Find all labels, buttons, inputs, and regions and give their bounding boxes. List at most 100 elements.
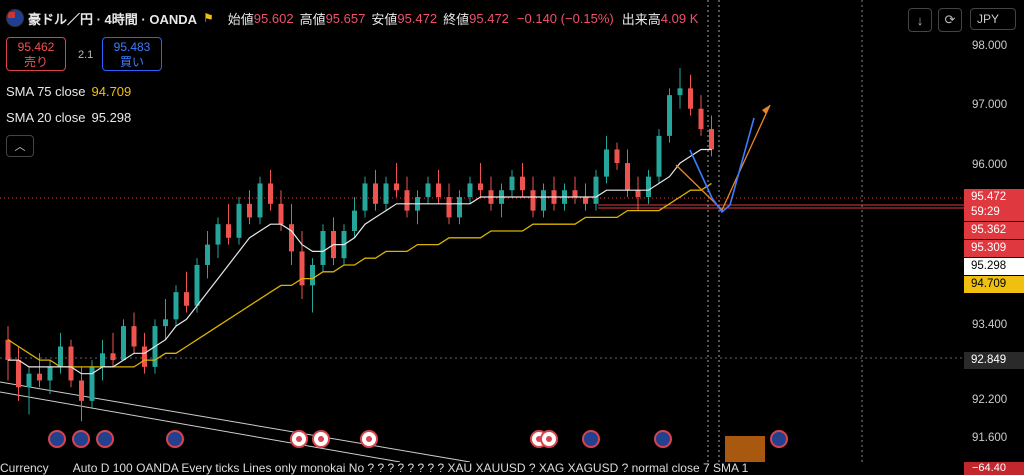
jpy-event-icon[interactable] (312, 430, 330, 448)
y-tick: 93.400 (972, 319, 1008, 331)
candle-body (110, 353, 116, 361)
close-label: 終値 (443, 11, 470, 27)
trend-line-lower-2[interactable] (0, 391, 401, 462)
candle-body (425, 183, 431, 198)
volume-label: 出来高 (621, 11, 661, 27)
low-label: 安値 (371, 11, 398, 27)
candle-body (373, 183, 378, 204)
candle-body (131, 326, 137, 347)
collapse-legend-button[interactable]: ︿ (6, 135, 34, 157)
candle-body (656, 135, 662, 177)
currency-select[interactable]: JPY (970, 8, 1016, 30)
bottom-currency-label: Currency (0, 462, 49, 475)
projection-arrowhead (762, 105, 770, 114)
y-tick: 91.600 (972, 432, 1008, 444)
candle-body (257, 183, 263, 218)
sma75-legend[interactable]: SMA 75 close 94.709 (6, 84, 131, 99)
download-button[interactable]: ↓ (908, 8, 932, 32)
candle-body (121, 326, 126, 361)
chevron-up-icon: ︿ (14, 141, 26, 153)
aud-event-icon[interactable] (96, 430, 114, 448)
sma20-legend[interactable]: SMA 20 close 95.298 (6, 110, 131, 125)
candle-body (142, 346, 147, 367)
candle-body (677, 88, 683, 96)
y-tick: 97.000 (972, 99, 1008, 111)
candle-body (5, 339, 11, 361)
y-tick: 98.000 (972, 40, 1008, 52)
aud-flag-icon (6, 9, 24, 27)
close-value: 95.472 (469, 10, 509, 26)
flag-marker-icon[interactable]: ⚑ (203, 11, 214, 25)
candle-body (688, 88, 693, 109)
bottom-indicator-text: Auto D 100 OANDA Every ticks Lines only … (72, 462, 749, 475)
aud-event-icon[interactable] (48, 430, 66, 448)
sell-label: 売り (23, 55, 48, 69)
buy-button[interactable]: 95.483 買い (102, 37, 162, 71)
candle-body (310, 264, 315, 286)
reset-icon: ⟳ (944, 12, 956, 27)
symbol-title[interactable]: 豪ドル／円 · 4時間 · OANDA (28, 9, 197, 28)
candle-body (667, 95, 672, 136)
projection-orange[interactable] (675, 104, 771, 212)
trend-line-lower-1[interactable] (0, 381, 471, 462)
price-tag-sma75: 94.709 (964, 276, 1024, 293)
candle-body (194, 264, 200, 306)
buy-price: 95.483 (113, 40, 151, 54)
volume-value: 4.09 K (660, 10, 699, 26)
aud-event-icon[interactable] (582, 430, 600, 448)
candle-body (446, 197, 452, 218)
aud-event-icon[interactable] (166, 430, 184, 448)
candle-body (289, 224, 294, 252)
candle-body (541, 190, 546, 211)
sma75-name: SMA 75 close (6, 84, 86, 99)
sma75-value: 94.709 (91, 84, 132, 99)
price-tag-level-2: 95.309 (964, 240, 1024, 257)
aud-event-icon[interactable] (654, 430, 672, 448)
open-label: 始値 (227, 11, 254, 27)
buy-label: 買い (119, 55, 144, 69)
aud-event-icon[interactable] (72, 430, 90, 448)
open-value: 95.602 (253, 10, 294, 26)
candle-body (530, 190, 536, 211)
jpy-event-icon[interactable] (360, 430, 378, 448)
price-tag-line: 92.849 (964, 352, 1024, 369)
candle-body (226, 224, 231, 238)
bottom-indicator-bar[interactable]: Currency Auto D 100 OANDA Every ticks Lin… (0, 462, 960, 475)
jpy-event-icon[interactable] (540, 430, 558, 448)
candle-body (184, 292, 189, 306)
candle-body (383, 183, 389, 204)
sma20-value: 95.298 (91, 110, 132, 125)
candle-body (173, 292, 179, 320)
candle-body (79, 380, 84, 401)
candle-body (625, 163, 630, 191)
spread-value: 2.1 (78, 49, 94, 61)
candle-body (16, 360, 21, 388)
candle-body (467, 183, 473, 198)
candle-body (163, 319, 168, 327)
low-value: 95.472 (397, 10, 438, 26)
aud-event-icon[interactable] (770, 430, 788, 448)
price-tag-countdown: 59:29 (964, 204, 1024, 221)
candle-body (100, 353, 105, 367)
candle-body (37, 373, 42, 381)
sell-price: 95.462 (17, 40, 55, 54)
jpy-event-icon[interactable] (290, 430, 308, 448)
candle-body (457, 197, 462, 218)
sell-button[interactable]: 95.462 売り (6, 37, 66, 71)
high-label: 高値 (299, 11, 326, 27)
candle-body (278, 203, 284, 225)
candle-body (247, 203, 252, 218)
candle-body (635, 190, 641, 198)
reset-button[interactable]: ⟳ (938, 8, 962, 32)
change-value: −0.140 (−0.15%) (516, 10, 614, 26)
sma75-line (7, 182, 712, 368)
candle-body (236, 203, 242, 238)
candle-body (320, 231, 326, 265)
candle-body (593, 176, 599, 204)
candle-body (646, 176, 651, 198)
candle-body (698, 108, 704, 130)
candle-body (572, 190, 578, 198)
candle-body (68, 346, 74, 381)
candle-body (709, 129, 714, 150)
price-tag-level-1: 95.362 (964, 222, 1024, 239)
